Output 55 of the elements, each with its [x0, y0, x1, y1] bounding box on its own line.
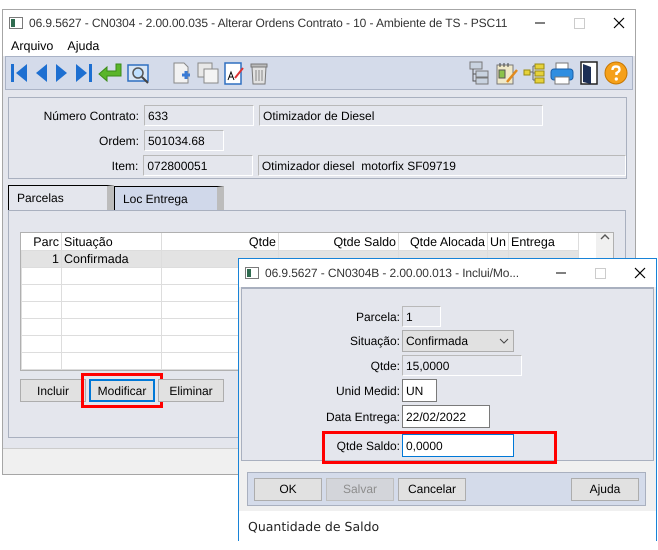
- new-document-icon[interactable]: [172, 62, 192, 84]
- menu-item[interactable]: Arquivo: [11, 39, 54, 53]
- tree-icon[interactable]: [523, 62, 545, 84]
- field-label: Situação:: [348, 334, 400, 348]
- input-field[interactable]: UN: [402, 379, 437, 402]
- edit-document-icon[interactable]: [224, 62, 244, 84]
- close-icon[interactable]: [613, 17, 625, 29]
- action-button[interactable]: Eliminar: [158, 379, 224, 402]
- help-icon[interactable]: [604, 61, 628, 85]
- dropdown[interactable]: Confirmada: [402, 330, 514, 352]
- input-field[interactable]: 22/02/2022: [402, 405, 490, 428]
- field-label: Data Entrega:: [324, 410, 400, 424]
- dialog-button[interactable]: Ajuda: [571, 478, 639, 500]
- enter-arrow-icon[interactable]: [98, 62, 122, 84]
- field-label: Qtde:: [370, 358, 400, 372]
- dialog-title: 06.9.5627 - CN0304B - 2.00.00.013 - Inclui/Mo...: [265, 266, 520, 280]
- window-icon[interactable]: [245, 267, 259, 279]
- action-button[interactable]: Incluir: [20, 379, 86, 402]
- field-label: Parcela:: [354, 310, 400, 324]
- value-field: 501034.68: [144, 130, 224, 151]
- door-icon[interactable]: [579, 61, 599, 85]
- trash-icon[interactable]: [249, 62, 269, 84]
- field-label: Unid Medid:: [334, 384, 400, 398]
- field-label: Número Contrato:: [42, 108, 139, 122]
- value-field: 633: [144, 105, 254, 126]
- status-text: Quantidade de Saldo: [239, 511, 656, 541]
- description-field: Otimizador de Diesel: [259, 105, 543, 126]
- description-field: Otimizador diesel motorfix SF09719: [258, 155, 626, 176]
- window-icon[interactable]: [9, 17, 23, 29]
- hierarchy-icon[interactable]: [468, 61, 490, 85]
- search-icon[interactable]: [127, 62, 150, 84]
- scroll-up-icon[interactable]: [600, 233, 610, 241]
- window-title: 06.9.5627 - CN0304 - 2.00.00.035 - Alterar Ordens Contrato - 10 - Ambiente de TS - PSC11: [29, 16, 508, 30]
- input-field[interactable]: 0,0000: [402, 434, 514, 457]
- last-icon[interactable]: [75, 61, 93, 85]
- action-button[interactable]: Modificar: [89, 379, 155, 402]
- table-cell: 1: [22, 250, 62, 268]
- notepad-icon[interactable]: [495, 62, 518, 84]
- table-cell: Confirmada: [62, 250, 162, 268]
- readonly-field: 1: [402, 306, 441, 327]
- field-label: Item:: [110, 158, 138, 172]
- value-field: 072800051: [143, 155, 253, 176]
- printer-icon[interactable]: [550, 62, 574, 84]
- dialog-button[interactable]: Cancelar: [398, 478, 466, 500]
- close-icon[interactable]: [634, 267, 646, 279]
- dialog-button[interactable]: OK: [254, 478, 322, 500]
- readonly-field: 15,0000: [402, 355, 522, 376]
- tab[interactable]: Loc Entrega: [114, 186, 224, 210]
- copy-icon[interactable]: [197, 62, 219, 84]
- first-icon[interactable]: [10, 61, 28, 85]
- menu-item[interactable]: Ajuda: [67, 39, 100, 53]
- field-label: Qtde Saldo:: [336, 438, 400, 452]
- tab[interactable]: Parcelas: [8, 185, 114, 210]
- chevron-down-icon[interactable]: [499, 338, 509, 344]
- field-label: Ordem:: [98, 134, 139, 148]
